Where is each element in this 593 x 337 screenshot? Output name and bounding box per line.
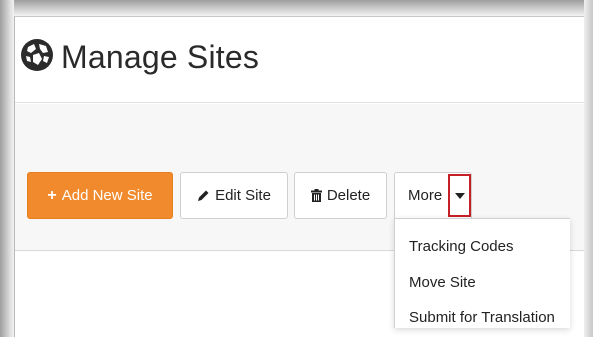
delete-button[interactable]: Delete [294,172,387,219]
more-label: More [408,187,443,204]
page-title: Manage Sites [61,39,260,75]
caret-down-icon [454,192,465,199]
window-shadow-top [0,0,593,16]
delete-label: Delete [326,187,371,204]
edit-site-label: Edit Site [215,187,271,204]
more-dropdown-toggle[interactable] [448,174,471,217]
window-shadow-right [584,0,593,337]
menu-item-move-site[interactable]: Move Site [409,274,476,291]
menu-item-submit-for-translation[interactable]: Submit for Translation [409,309,555,326]
window-shadow-left [0,0,14,337]
more-dropdown-menu: Tracking Codes Move Site Submit for Tran… [394,218,570,328]
page-header: Manage Sites [15,17,584,103]
add-new-site-label: Add New Site [61,187,153,204]
pencil-icon [198,190,209,201]
add-new-site-button[interactable]: + Add New Site [27,172,173,219]
plus-icon: + [47,186,57,204]
globe-icon [21,39,53,71]
menu-item-tracking-codes[interactable]: Tracking Codes [409,238,514,255]
trash-icon [310,189,322,202]
edit-site-button[interactable]: Edit Site [180,172,288,219]
